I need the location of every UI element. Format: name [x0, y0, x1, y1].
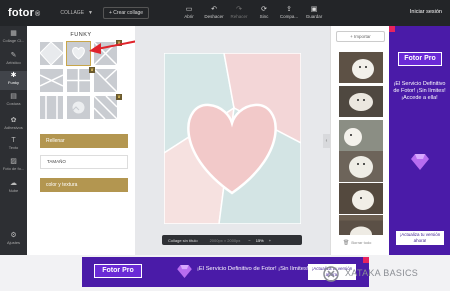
ad-text: ¡El Servicio Definitivo de Fotor! ¡Sin l…	[393, 81, 446, 101]
redo-icon: ↷	[236, 6, 242, 13]
save-button[interactable]: ▣ Guardar	[301, 5, 327, 19]
template-thumb[interactable]	[94, 96, 117, 119]
mode-dropdown[interactable]: COLLAGE ▼	[60, 10, 93, 16]
template-thumb[interactable]	[40, 69, 63, 92]
sticker-icon: ✿	[10, 117, 17, 124]
chevron-left-icon: ‹	[325, 138, 328, 144]
clear-all-button[interactable]: 🗑 Borrar todo	[343, 240, 371, 246]
left-sidebar: ▦ Collage Cl... ✎ Artístico ✱ Funky ▤ Costur…	[0, 26, 27, 255]
sidebar-item-stitch[interactable]: ▤ Costura	[0, 92, 27, 110]
sync-icon: ⟳	[261, 6, 267, 13]
sidebar-item-stickers[interactable]: ✿ Adhesivos	[0, 116, 27, 134]
watermark-logo-icon	[323, 266, 339, 282]
save-icon: ▣	[310, 6, 318, 13]
share-icon: ⇪	[286, 6, 292, 13]
ad-close-icon[interactable]	[389, 26, 395, 32]
diamond-icon	[177, 265, 192, 278]
photo-thumb[interactable]	[339, 86, 383, 117]
ad-close-icon[interactable]	[363, 257, 369, 263]
photo-bg-icon: ▨	[10, 158, 17, 165]
share-button[interactable]: ⇪ Compa...	[276, 5, 302, 19]
collage-canvas[interactable]	[164, 53, 301, 224]
photo-thumb[interactable]	[339, 52, 383, 83]
fill-button[interactable]: Rellenar	[40, 134, 128, 148]
undo-icon: ↶	[211, 6, 217, 13]
zoom-in-button[interactable]: +	[269, 238, 271, 243]
collage-dimensions: 2000px × 2000px	[209, 237, 241, 243]
top-bar: fotor® COLLAGE ▼ + Crear collage ▭ Abrir ↶…	[0, 0, 450, 26]
cloud-icon: ☁	[10, 180, 17, 187]
import-button[interactable]: + Importar	[336, 31, 385, 42]
crown-icon: ♛	[89, 67, 95, 73]
template-thumb[interactable]	[40, 42, 63, 65]
template-thumb[interactable]	[40, 96, 63, 119]
funky-panel: FUNKY ♛ ♛ ♛ Rellenar TAMAÑO color y text…	[27, 26, 135, 255]
sidebar-item-funky[interactable]: ✱ Funky	[0, 71, 27, 90]
collage-name[interactable]: Collage sin título	[168, 238, 198, 243]
canvas-area: ‹ Collage sin título 2000px × 2000px − 1…	[135, 26, 330, 255]
settings-icon: ⚙	[10, 232, 17, 239]
text-icon: T	[11, 137, 16, 144]
sidebar-item-collage-classic[interactable]: ▦ Collage Cl...	[0, 29, 27, 47]
ad-brand: Fotor Pro	[94, 264, 142, 278]
sidebar-item-photo-bg[interactable]: ▨ Foto de fo...	[0, 157, 27, 175]
watermark: XATAKA BASICS	[345, 268, 419, 278]
redo-button[interactable]: ↷ Rehacer	[226, 5, 252, 19]
template-thumb[interactable]	[94, 69, 117, 92]
template-thumb[interactable]	[67, 69, 90, 92]
ad-upgrade-button[interactable]: ¡Actualiza tu versión ahora!	[396, 231, 444, 245]
collapse-panel-button[interactable]: ‹	[323, 134, 330, 148]
photos-panel: + Importar 🗑 Borrar todo	[330, 26, 389, 255]
fotor-logo[interactable]: fotor®	[8, 7, 40, 19]
photo-thumb[interactable]	[339, 183, 383, 214]
sidebar-item-text[interactable]: T Texto	[0, 136, 27, 154]
chevron-down-icon: ▼	[88, 10, 93, 16]
template-thumb[interactable]	[67, 96, 90, 119]
funky-icon: ✱	[10, 72, 17, 79]
open-icon: ▭	[185, 6, 193, 13]
color-texture-button[interactable]: color y textura	[40, 178, 128, 192]
undo-button[interactable]: ↶ Deshacer	[201, 5, 227, 19]
open-button[interactable]: ▭ Abrir	[176, 5, 202, 19]
grid-icon: ▦	[10, 30, 17, 37]
size-field[interactable]: TAMAÑO	[40, 155, 128, 169]
sidebar-item-settings[interactable]: ⚙ Ajustes	[0, 231, 27, 249]
photo-thumb[interactable]	[339, 151, 383, 182]
right-ad-banner[interactable]: Fotor Pro ¡El Servicio Definitivo de Fot…	[389, 26, 450, 255]
crown-icon: ♛	[116, 94, 122, 100]
zoom-bar: Collage sin título 2000px × 2000px − 15%…	[162, 235, 302, 245]
photo-thumb[interactable]	[339, 120, 383, 151]
create-collage-button[interactable]: + Crear collage	[102, 7, 150, 19]
login-link[interactable]: Iniciar sesión	[410, 9, 442, 15]
stitch-icon: ▤	[10, 93, 17, 100]
ad-brand: Fotor Pro	[398, 52, 442, 66]
sidebar-item-cloud[interactable]: ☁ Nube	[0, 179, 27, 197]
trash-icon: 🗑	[343, 240, 350, 246]
sync-button[interactable]: ⟳ Sinc	[251, 5, 277, 19]
brush-icon: ✎	[10, 52, 17, 59]
sidebar-item-artistic[interactable]: ✎ Artístico	[0, 51, 27, 69]
diamond-icon	[411, 154, 429, 170]
zoom-out-button[interactable]: −	[248, 238, 250, 243]
zoom-level: 15%	[255, 237, 264, 243]
photo-thumb[interactable]	[339, 215, 383, 235]
